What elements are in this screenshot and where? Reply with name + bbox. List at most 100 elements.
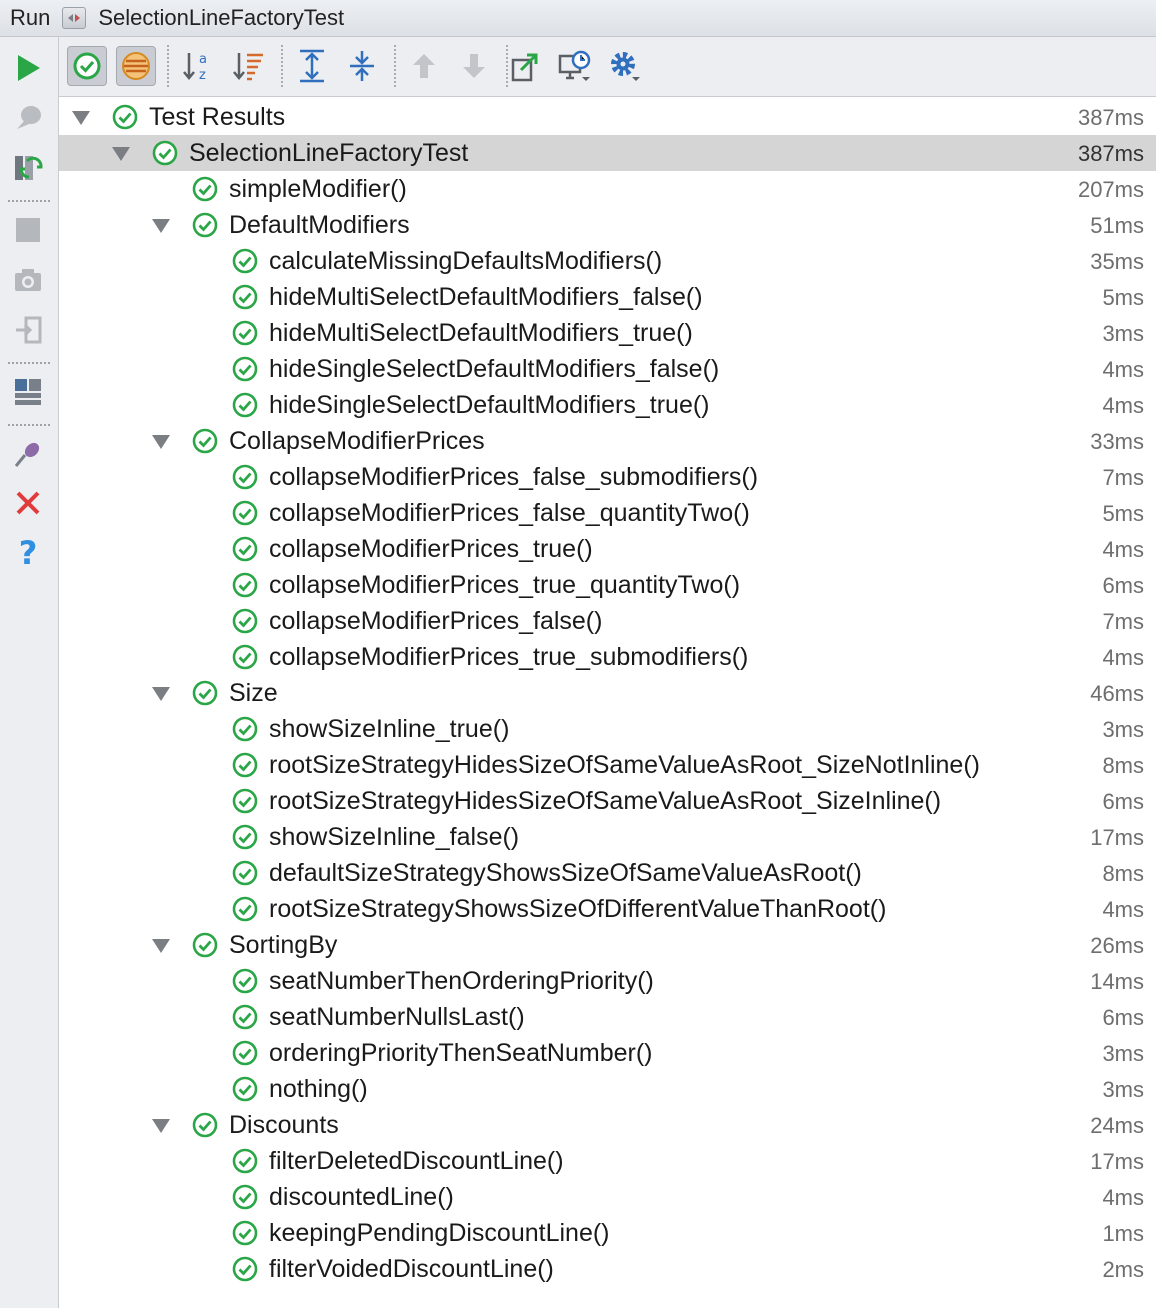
- test-duration: 33ms: [1090, 429, 1144, 454]
- help-icon[interactable]: ?: [10, 534, 46, 572]
- test-name: DefaultModifiers: [229, 211, 410, 239]
- test-passed-icon: [232, 284, 258, 310]
- test-name: Test Results: [149, 103, 286, 131]
- tree-row[interactable]: collapseModifierPrices_true_quantityTwo(…: [59, 567, 1156, 603]
- test-results-tree[interactable]: Test Results 387ms SelectionLineFactoryTes…: [59, 99, 1156, 1308]
- tree-row[interactable]: keepingPendingDiscountLine() 1ms: [59, 1215, 1156, 1251]
- rerun-failed-icon[interactable]: [10, 150, 46, 186]
- tree-row[interactable]: collapseModifierPrices_false_quantityTwo…: [59, 495, 1156, 531]
- tree-row[interactable]: rootSizeStrategyHidesSizeOfSameValueAsRo…: [59, 783, 1156, 819]
- test-name: seatNumberNullsLast(): [269, 1003, 525, 1031]
- test-name: collapseModifierPrices_false_quantityTwo…: [269, 499, 750, 527]
- expand-arrow-icon[interactable]: [152, 1119, 170, 1133]
- test-duration: 8ms: [1102, 861, 1144, 886]
- tree-row[interactable]: hideSingleSelectDefaultModifiers_true() 4…: [59, 387, 1156, 423]
- tree-row[interactable]: hideSingleSelectDefaultModifiers_false()…: [59, 351, 1156, 387]
- tree-row[interactable]: SelectionLineFactoryTest 387ms: [59, 135, 1156, 171]
- test-passed-icon: [232, 500, 258, 526]
- tree-row[interactable]: CollapseModifierPrices 33ms: [59, 423, 1156, 459]
- test-name: CollapseModifierPrices: [229, 427, 485, 455]
- test-passed-icon: [192, 680, 218, 706]
- tree-row[interactable]: collapseModifierPrices_true_submodifiers…: [59, 639, 1156, 675]
- tree-row[interactable]: Size 46ms: [59, 675, 1156, 711]
- tree-row[interactable]: seatNumberNullsLast() 6ms: [59, 999, 1156, 1035]
- test-name: seatNumberThenOrderingPriority(): [269, 967, 654, 995]
- layout-icon[interactable]: [10, 374, 46, 410]
- tree-row[interactable]: orderingPriorityThenSeatNumber() 3ms: [59, 1035, 1156, 1071]
- tree-row[interactable]: filterDeletedDiscountLine() 17ms: [59, 1143, 1156, 1179]
- show-passed-icon[interactable]: [67, 46, 107, 86]
- tree-row[interactable]: hideMultiSelectDefaultModifiers_false() 5…: [59, 279, 1156, 315]
- test-runner-toolbar: a z: [59, 37, 1156, 97]
- settings-icon[interactable]: [605, 46, 645, 86]
- sort-duration-icon[interactable]: [229, 46, 269, 86]
- tree-row[interactable]: rootSizeStrategyHidesSizeOfSameValueAsRo…: [59, 747, 1156, 783]
- test-name: discountedLine(): [269, 1183, 454, 1211]
- tree-row[interactable]: defaultSizeStrategyShowsSizeOfSameValueA…: [59, 855, 1156, 891]
- expand-arrow-icon[interactable]: [152, 435, 170, 449]
- tree-row[interactable]: Discounts 24ms: [59, 1107, 1156, 1143]
- expand-arrow-icon[interactable]: [152, 219, 170, 233]
- test-name: calculateMissingDefaultsModifiers(): [269, 247, 663, 275]
- test-duration: 4ms: [1102, 897, 1144, 922]
- test-name: showSizeInline_true(): [269, 715, 510, 743]
- test-duration: 3ms: [1102, 717, 1144, 742]
- tree-row[interactable]: seatNumberThenOrderingPriority() 14ms: [59, 963, 1156, 999]
- tree-row[interactable]: collapseModifierPrices_false_submodifier…: [59, 459, 1156, 495]
- exit-icon[interactable]: [10, 312, 46, 348]
- play-icon[interactable]: [10, 50, 46, 86]
- test-passed-icon: [232, 788, 258, 814]
- tree-row[interactable]: SortingBy 26ms: [59, 927, 1156, 963]
- tree-row[interactable]: discountedLine() 4ms: [59, 1179, 1156, 1215]
- debug-icon[interactable]: [10, 100, 46, 136]
- sort-alpha-icon[interactable]: a z: [179, 46, 219, 86]
- camera-icon[interactable]: [10, 262, 46, 298]
- tree-row[interactable]: Test Results 387ms: [59, 99, 1156, 135]
- tree-row[interactable]: filterVoidedDiscountLine() 2ms: [59, 1251, 1156, 1287]
- close-icon[interactable]: [10, 485, 46, 521]
- test-passed-icon: [232, 860, 258, 886]
- test-passed-icon: [232, 968, 258, 994]
- expand-arrow-icon[interactable]: [152, 687, 170, 701]
- previous-test-icon[interactable]: [404, 46, 444, 86]
- test-passed-icon: [232, 536, 258, 562]
- history-icon[interactable]: [555, 46, 595, 86]
- stop-icon[interactable]: [10, 212, 46, 248]
- tree-row[interactable]: rootSizeStrategyShowsSizeOfDifferentValu…: [59, 891, 1156, 927]
- tree-row[interactable]: nothing() 3ms: [59, 1071, 1156, 1107]
- pin-icon[interactable]: [10, 436, 46, 472]
- tree-row[interactable]: calculateMissingDefaultsModifiers() 35ms: [59, 243, 1156, 279]
- test-name: Size: [229, 679, 278, 707]
- test-duration: 3ms: [1102, 1041, 1144, 1066]
- export-icon[interactable]: [505, 46, 545, 86]
- run-config-icon[interactable]: [62, 7, 87, 29]
- tree-row[interactable]: DefaultModifiers 51ms: [59, 207, 1156, 243]
- tree-row[interactable]: simpleModifier() 207ms: [59, 171, 1156, 207]
- test-name: SelectionLineFactoryTest: [189, 139, 469, 167]
- test-name: SortingBy: [229, 931, 338, 959]
- test-duration: 3ms: [1102, 1077, 1144, 1102]
- test-duration: 387ms: [1077, 105, 1144, 130]
- test-name: filterVoidedDiscountLine(): [269, 1255, 554, 1283]
- test-name: showSizeInline_false(): [269, 823, 520, 851]
- tree-row[interactable]: showSizeInline_true() 3ms: [59, 711, 1156, 747]
- show-ignored-icon[interactable]: [116, 46, 156, 86]
- expand-arrow-icon[interactable]: [112, 147, 130, 161]
- expand-all-icon[interactable]: [292, 46, 332, 86]
- test-duration: 4ms: [1102, 1185, 1144, 1210]
- tree-row[interactable]: collapseModifierPrices_false() 7ms: [59, 603, 1156, 639]
- expand-arrow-icon[interactable]: [152, 939, 170, 953]
- tree-row[interactable]: hideMultiSelectDefaultModifiers_true() 3m…: [59, 315, 1156, 351]
- toolbar-separator: [167, 45, 169, 87]
- svg-text:z: z: [199, 68, 206, 83]
- test-passed-icon: [192, 932, 218, 958]
- run-config-tab-title[interactable]: SelectionLineFactoryTest: [98, 5, 344, 31]
- test-duration: 5ms: [1102, 501, 1144, 526]
- test-passed-icon: [232, 1040, 258, 1066]
- next-test-icon[interactable]: [454, 46, 494, 86]
- expand-arrow-icon[interactable]: [72, 111, 90, 125]
- tree-row[interactable]: showSizeInline_false() 17ms: [59, 819, 1156, 855]
- collapse-all-icon[interactable]: [342, 46, 382, 86]
- tree-row[interactable]: collapseModifierPrices_true() 4ms: [59, 531, 1156, 567]
- test-passed-icon: [232, 572, 258, 598]
